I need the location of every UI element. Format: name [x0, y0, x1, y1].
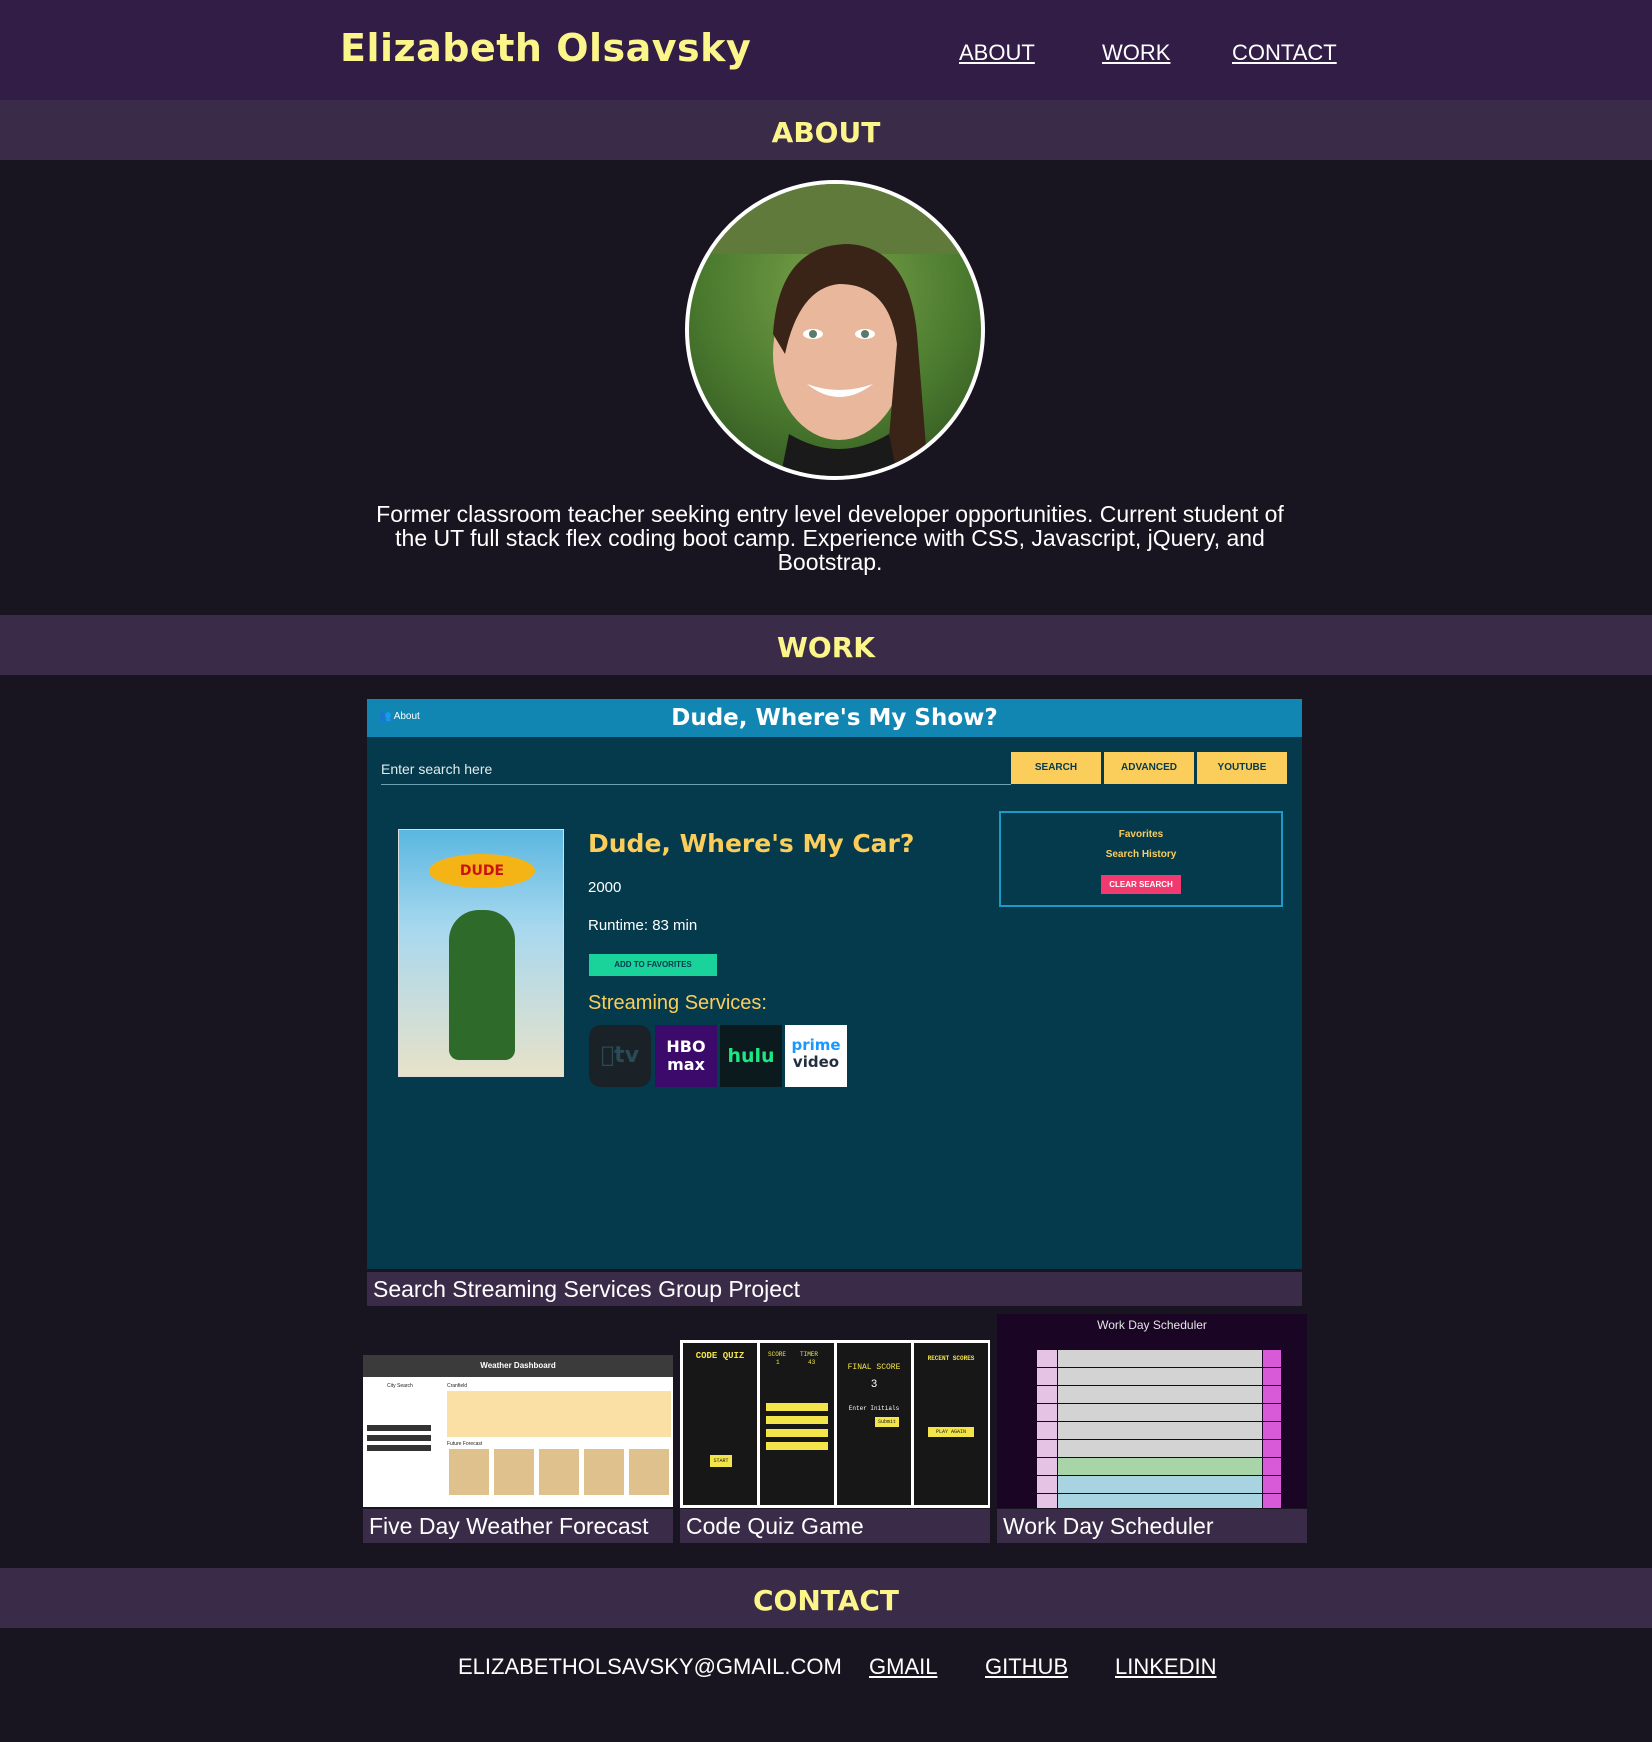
quiz-submit-button: Submit: [875, 1417, 899, 1427]
scheduler-screenshot[interactable]: Work Day Scheduler: [997, 1314, 1307, 1508]
quiz-score-label: SCORE: [768, 1351, 787, 1358]
screenshot-youtube-button: YOUTUBE: [1197, 752, 1287, 784]
scheduler-hour-row: [1037, 1386, 1283, 1404]
quiz-title: CODE QUIZ: [695, 1351, 745, 1361]
screenshot-search-button: SEARCH: [1011, 752, 1101, 784]
apple-tv-label: tv: [607, 1043, 639, 1068]
weather-city-button: [367, 1445, 431, 1451]
quiz-final-score-label: FINAL SCORE: [847, 1363, 901, 1372]
project-caption-quiz: Code Quiz Game: [680, 1509, 990, 1543]
weather-future-label: Future Forecast: [447, 1441, 483, 1447]
quiz-final-score-value: 3: [870, 1379, 878, 1391]
weather-day-card: [494, 1449, 534, 1495]
screenshot-add-favorites-button: ADD TO FAVORITES: [589, 954, 717, 976]
quiz-question-panel: SCORE TIMER 1 43: [760, 1343, 834, 1505]
screenshot-favorites-label: Favorites: [1118, 829, 1164, 840]
screenshot-search-field: Enter search here: [381, 755, 1011, 785]
nav-contact-link[interactable]: CONTACT: [1232, 40, 1337, 66]
apple-tv-logo: tv: [589, 1025, 651, 1087]
scheduler-hour-row: [1037, 1368, 1283, 1386]
scheduler-hour-row: [1037, 1422, 1283, 1440]
about-bio: Former classroom teacher seeking entry l…: [376, 501, 1284, 575]
project-card-quiz[interactable]: CODE QUIZ START SCORE TIMER 1 43 FINAL S…: [680, 1314, 990, 1544]
movie-poster: DUDE: [398, 829, 564, 1077]
video-label: video: [792, 1053, 840, 1071]
linkedin-link[interactable]: LINKEDIN: [1115, 1654, 1216, 1680]
contact-heading: CONTACT: [752, 1584, 900, 1617]
scheduler-hour-row: [1037, 1458, 1283, 1476]
quiz-timer-value: 43: [808, 1359, 816, 1366]
work-heading: WORK: [777, 631, 875, 664]
main-project-caption: Search Streaming Services Group Project: [367, 1272, 1302, 1306]
weather-current-label: Cranfield: [447, 1383, 468, 1389]
quiz-start-button: START: [710, 1455, 732, 1467]
quiz-answer-button: [766, 1442, 828, 1450]
site-header: Elizabeth Olsavsky ABOUT WORK CONTACT: [0, 0, 1652, 100]
screenshot-clear-search-button: CLEAR SEARCH: [1101, 875, 1181, 894]
project-caption-weather: Five Day Weather Forecast: [363, 1509, 673, 1543]
project-card-scheduler[interactable]: Work Day Scheduler Work Day Scheduler: [997, 1314, 1307, 1544]
scheduler-hour-row: [1037, 1350, 1283, 1368]
movie-runtime: Runtime: 83 min: [588, 917, 698, 934]
quiz-start-panel: CODE QUIZ START: [683, 1343, 757, 1505]
movie-title: Dude, Where's My Car?: [588, 829, 915, 858]
quiz-answer-button: [766, 1403, 828, 1411]
github-link[interactable]: GITHUB: [985, 1654, 1068, 1680]
quiz-timer-label: TIMER: [800, 1351, 819, 1358]
scheduler-hour-row: [1037, 1404, 1283, 1422]
site-name: Elizabeth Olsavsky: [340, 26, 752, 70]
screenshot-topbar: 👥 About Dude, Where's My Show?: [367, 699, 1302, 737]
screenshot-history-label: Search History: [1105, 849, 1177, 860]
weather-today-panel: [447, 1391, 671, 1437]
screenshot-app-title: Dude, Where's My Show?: [671, 705, 998, 731]
project-card-weather[interactable]: Weather Dashboard City Search Cranfield …: [363, 1314, 673, 1544]
main-project-card[interactable]: 👥 About Dude, Where's My Show? Enter sea…: [367, 699, 1302, 1306]
weather-city-button: [367, 1435, 431, 1441]
quiz-score-value: 1: [776, 1359, 780, 1366]
scheduler-hour-row: [1037, 1440, 1283, 1458]
main-project-screenshot[interactable]: 👥 About Dude, Where's My Show? Enter sea…: [367, 699, 1302, 1269]
scheduler-hour-row: [1037, 1476, 1283, 1494]
weather-day-card: [584, 1449, 624, 1495]
quiz-final-panel: FINAL SCORE 3 Enter Initials Submit: [837, 1343, 911, 1505]
hulu-logo: hulu: [720, 1025, 782, 1087]
screenshot-advanced-button: ADVANCED: [1104, 752, 1194, 784]
quiz-scores-panel: RECENT SCORES PLAY AGAIN: [914, 1343, 988, 1505]
contact-email: ELIZABETHOLSAVSKY@GMAIL.COM: [458, 1654, 842, 1679]
weather-day-card: [449, 1449, 489, 1495]
quiz-screenshot[interactable]: CODE QUIZ START SCORE TIMER 1 43 FINAL S…: [680, 1340, 990, 1508]
quiz-answer-button: [766, 1429, 828, 1437]
prime-video-logo: prime video: [785, 1025, 847, 1087]
about-heading: ABOUT: [771, 116, 881, 149]
quiz-play-again-button: PLAY AGAIN: [928, 1427, 974, 1437]
apple-icon: : [601, 1043, 614, 1068]
weather-day-card: [539, 1449, 579, 1495]
contact-section-bar: CONTACT: [0, 1568, 1652, 1628]
poster-logo: DUDE: [429, 854, 535, 888]
quiz-enter-initials-label: Enter Initials: [848, 1405, 900, 1412]
work-section-bar: WORK: [0, 615, 1652, 675]
quiz-recent-scores-label: RECENT SCORES: [927, 1355, 975, 1362]
scheduler-hour-row: [1037, 1494, 1283, 1508]
project-caption-scheduler: Work Day Scheduler: [997, 1509, 1307, 1543]
scheduler-screenshot-title: Work Day Scheduler: [1097, 1318, 1207, 1332]
hbo-max-logo: HBO max: [655, 1025, 717, 1087]
weather-city-button: [367, 1425, 431, 1431]
weather-city-search-label: City Search: [387, 1383, 413, 1389]
screenshot-side-panel: Favorites Search History CLEAR SEARCH: [999, 811, 1283, 907]
streaming-services-label: Streaming Services:: [588, 992, 767, 1014]
poster-figure: [449, 910, 515, 1060]
nav-work-link[interactable]: WORK: [1102, 40, 1170, 66]
movie-year: 2000: [588, 879, 622, 896]
weather-screenshot[interactable]: Weather Dashboard City Search Cranfield …: [363, 1355, 673, 1507]
about-section-bar: ABOUT: [0, 100, 1652, 160]
prime-label: prime: [791, 1036, 841, 1054]
weather-screenshot-title: Weather Dashboard: [363, 1355, 673, 1377]
profile-photo: [685, 180, 985, 480]
nav-about-link[interactable]: ABOUT: [959, 40, 1035, 66]
gmail-link[interactable]: GMAIL: [869, 1654, 937, 1680]
quiz-answer-button: [766, 1416, 828, 1424]
weather-day-card: [629, 1449, 669, 1495]
